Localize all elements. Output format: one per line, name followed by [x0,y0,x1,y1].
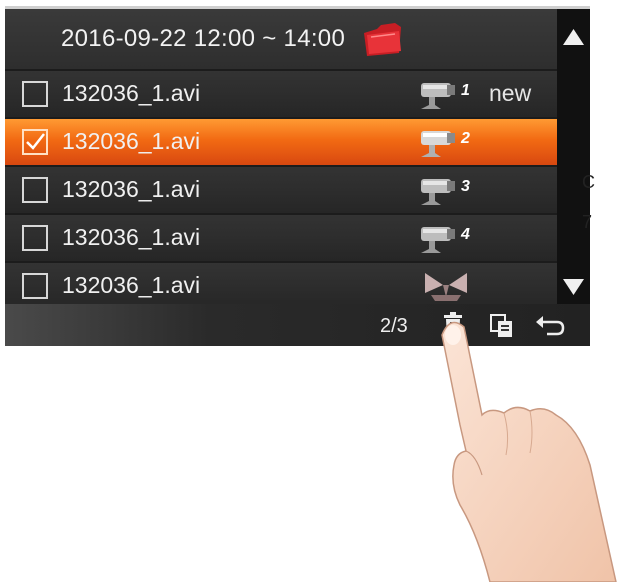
stray-text: C [582,172,595,192]
new-badge: new [489,80,532,106]
file-row[interactable]: 132036_1.avi 4 [5,213,557,261]
file-row[interactable]: 132036_1.avi 1 new [5,69,557,117]
camera-group-icon [425,273,467,301]
row-checkbox[interactable] [22,177,48,203]
date-header: 2016-09-22 12:00 ~ 14:00 [5,9,557,69]
stray-text: 7 [582,212,593,232]
camera-icon: 1 [421,82,470,109]
row-checkbox-checked[interactable] [22,129,48,155]
row-checkbox[interactable] [22,273,48,299]
date-range: 2016-09-22 12:00 ~ 14:00 [61,25,346,52]
row-checkbox[interactable] [22,225,48,251]
file-row-selected[interactable]: 132036_1.avi 2 [5,117,557,165]
scroll-down-icon[interactable] [562,277,585,297]
camera-number: 1 [461,82,470,99]
camera-icon: 2 [421,130,470,157]
file-name: 132036_1.avi [62,224,201,250]
camera-number: 3 [461,178,470,195]
file-name: 132036_1.avi [62,272,201,298]
camera-number: 4 [460,226,470,243]
camera-number: 2 [460,130,470,147]
check-icon [26,133,45,150]
folder-icon[interactable] [361,23,405,57]
file-name: 132036_1.avi [62,176,201,202]
row-checkbox[interactable] [22,81,48,107]
scrollbar[interactable] [557,9,590,304]
file-name: 132036_1.avi [62,128,201,154]
file-row[interactable]: 132036_1.avi 3 [5,165,557,213]
file-browser-screen: 2016-09-22 12:00 ~ 14:00 132036_1.avi 1 … [5,6,590,346]
file-row[interactable]: 132036_1.avi [5,261,557,309]
file-name: 132036_1.avi [62,80,201,106]
scroll-up-icon[interactable] [562,27,585,47]
pointing-hand-illustration [441,321,617,582]
page-indicator: 2/3 [380,315,408,337]
camera-icon: 4 [421,226,470,253]
camera-icon: 3 [421,178,470,205]
